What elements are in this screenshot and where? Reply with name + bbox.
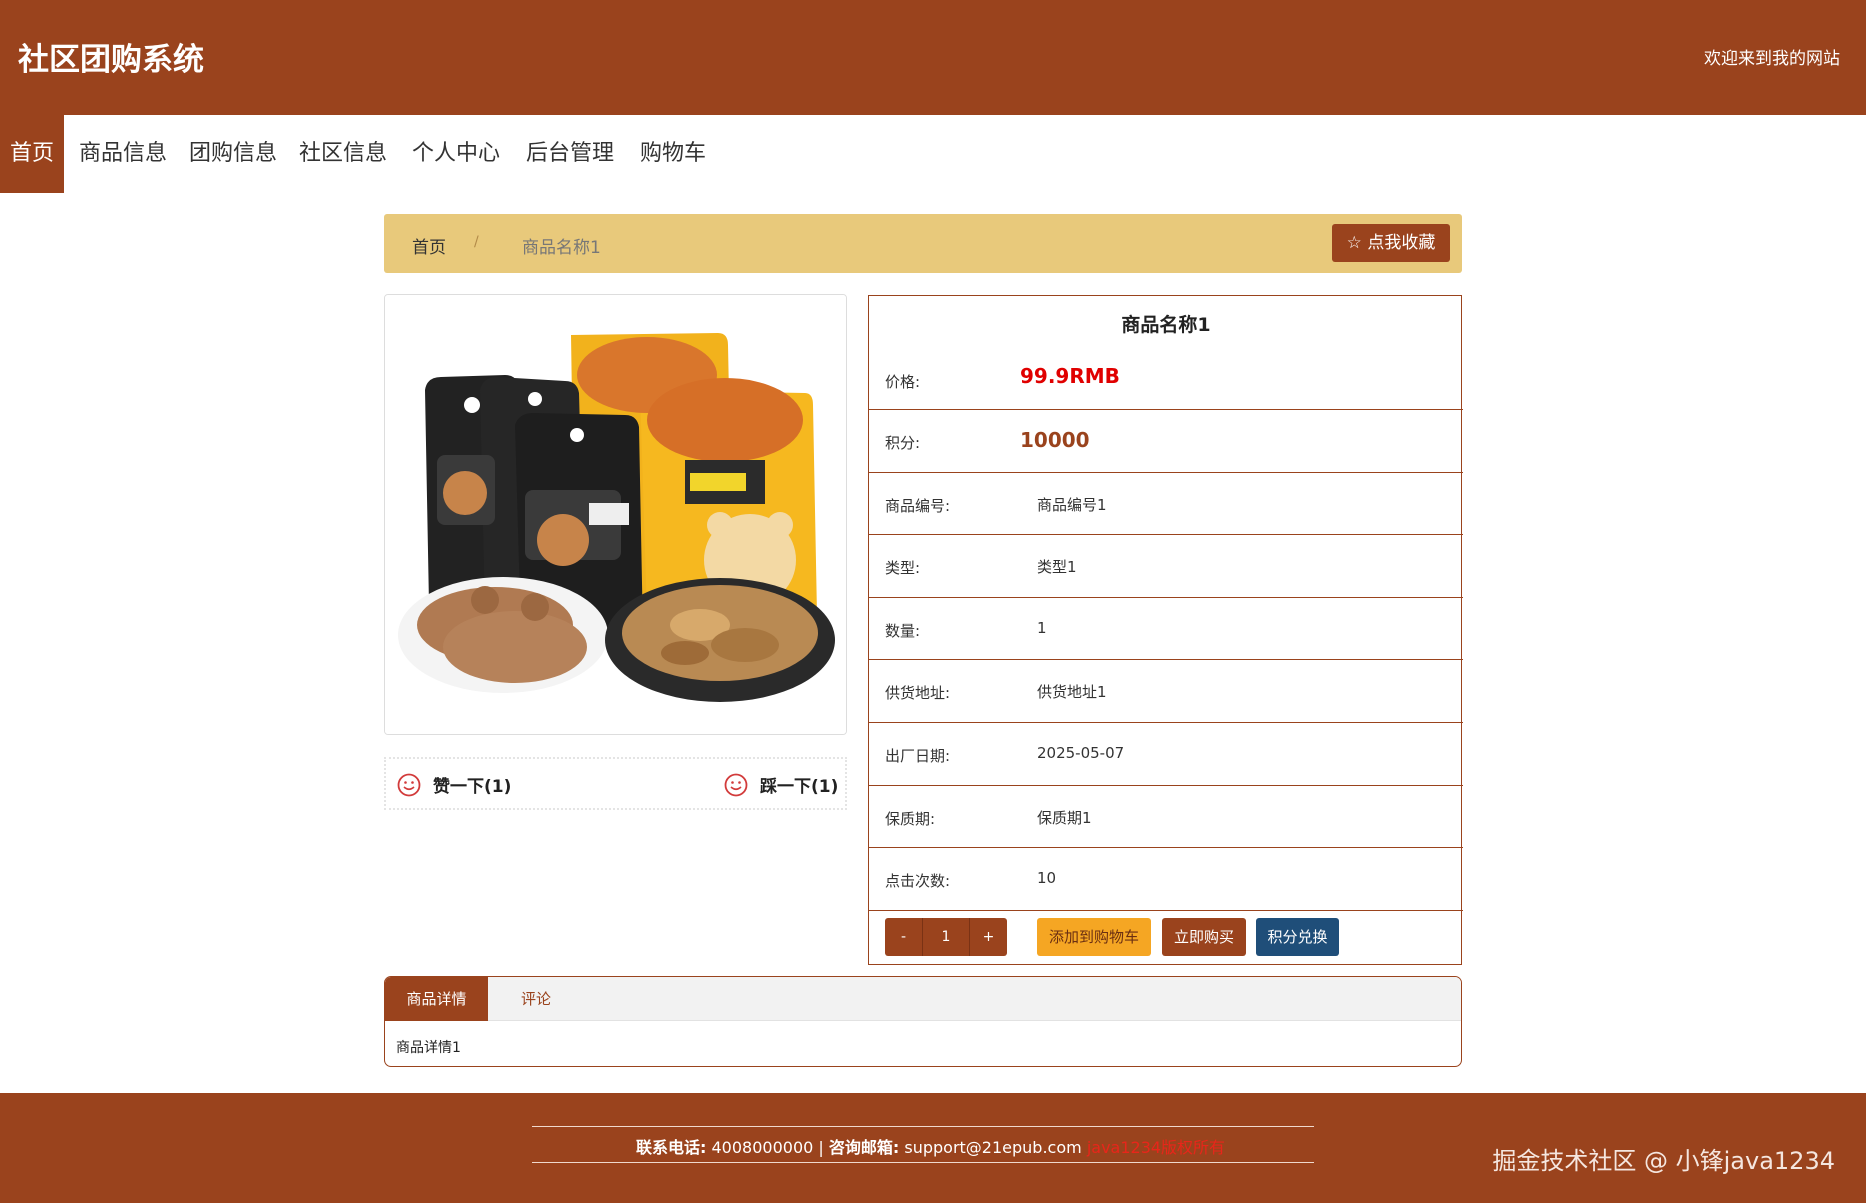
detail-tabs: 商品详情 评论 商品详情1 xyxy=(384,976,1462,1067)
nav-products[interactable]: 商品信息 xyxy=(79,115,167,193)
divider xyxy=(869,910,1463,911)
info-row: 保质期: 保质期1 xyxy=(869,785,1463,847)
price-value: 99.9RMB xyxy=(1020,364,1120,388)
snack-packages-image xyxy=(385,295,846,734)
info-label: 类型: xyxy=(885,559,921,577)
footer-separator: | xyxy=(818,1138,824,1157)
info-label: 点击次数: xyxy=(885,872,951,890)
increment-button[interactable]: + xyxy=(970,918,1007,956)
watermark: 掘金技术社区 @ 小锋java1234 xyxy=(1492,1147,1835,1175)
favorite-button-label: 点我收藏 xyxy=(1367,233,1436,253)
phone-label: 联系电话: xyxy=(636,1138,707,1157)
info-value: 保质期1 xyxy=(1037,809,1092,827)
product-image xyxy=(384,294,847,735)
info-row: 点击次数: 10 xyxy=(869,847,1463,910)
info-label: 数量: xyxy=(885,622,921,640)
product-info-table: 商品名称1 价格: 99.9RMB 积分: 10000 商品编号: 商品编号1 … xyxy=(868,295,1463,965)
info-value: 10 xyxy=(1037,869,1057,887)
tab-product-detail[interactable]: 商品详情 xyxy=(385,977,488,1021)
product-name: 商品名称1 xyxy=(1121,314,1211,336)
footer-divider xyxy=(532,1126,1314,1127)
info-value: 2025-05-07 xyxy=(1037,744,1125,762)
email-address[interactable]: support@21epub.com xyxy=(904,1138,1081,1157)
info-row: 商品编号: 商品编号1 xyxy=(869,472,1463,534)
points-row: 积分: 10000 xyxy=(869,409,1463,472)
info-value: 商品编号1 xyxy=(1037,496,1107,514)
info-value: 类型1 xyxy=(1037,558,1077,576)
points-label: 积分: xyxy=(885,434,921,452)
vote-box: 赞一下(1) 踩一下(1) xyxy=(384,757,847,810)
dislike-label: 踩一下(1) xyxy=(760,777,839,797)
footer-divider xyxy=(532,1162,1314,1163)
copyright-text: java1234版权所有 xyxy=(1086,1138,1226,1157)
nav-cart[interactable]: 购物车 xyxy=(640,115,706,193)
info-row: 供货地址: 供货地址1 xyxy=(869,659,1463,722)
info-label: 出厂日期: xyxy=(885,747,951,765)
email-label: 咨询邮箱: xyxy=(828,1138,900,1157)
footer-contact: 联系电话: 4008000000 | 咨询邮箱: support@21epub.… xyxy=(636,1134,1225,1158)
top-header: 社区团购系统 欢迎来到我的网站 xyxy=(0,0,1866,115)
nav-admin[interactable]: 后台管理 xyxy=(526,115,614,193)
add-to-cart-button[interactable]: 添加到购物车 xyxy=(1037,918,1151,956)
info-row: 出厂日期: 2025-05-07 xyxy=(869,722,1463,785)
quantity-input[interactable]: 1 xyxy=(922,918,970,956)
info-row: 数量: 1 xyxy=(869,597,1463,659)
site-title: 社区团购系统 xyxy=(18,42,204,78)
breadcrumb-home[interactable]: 首页 xyxy=(412,233,446,258)
nav-group-buy[interactable]: 团购信息 xyxy=(189,115,277,193)
quantity-stepper: - 1 + xyxy=(885,918,1007,956)
tab-comments[interactable]: 评论 xyxy=(488,977,584,1021)
info-value: 1 xyxy=(1037,619,1047,637)
like-button[interactable]: 赞一下(1) xyxy=(397,772,511,797)
info-label: 商品编号: xyxy=(885,497,951,515)
smiley-face-icon xyxy=(397,773,421,796)
breadcrumb-separator: / xyxy=(474,234,479,250)
price-label: 价格: xyxy=(885,373,921,391)
tab-bar: 商品详情 评论 xyxy=(385,977,1461,1021)
nav-home[interactable]: 首页 xyxy=(0,115,65,193)
decrement-button[interactable]: - xyxy=(885,918,922,956)
tab-content: 商品详情1 xyxy=(396,1040,461,1056)
phone-number: 4008000000 xyxy=(711,1138,814,1157)
favorite-button[interactable]: ☆ 点我收藏 xyxy=(1332,224,1450,262)
info-value: 供货地址1 xyxy=(1037,683,1107,701)
breadcrumb: 首页 / 商品名称1 ☆ 点我收藏 xyxy=(384,214,1462,273)
star-outline-icon: ☆ xyxy=(1346,233,1362,253)
info-label: 供货地址: xyxy=(885,684,951,702)
info-row: 类型: 类型1 xyxy=(869,534,1463,597)
main-nav: 首页 商品信息 团购信息 社区信息 个人中心 后台管理 购物车 xyxy=(0,115,1866,193)
nav-community[interactable]: 社区信息 xyxy=(299,115,387,193)
breadcrumb-current: 商品名称1 xyxy=(522,238,601,258)
dislike-button[interactable]: 踩一下(1) xyxy=(724,772,838,797)
info-label: 保质期: xyxy=(885,810,936,828)
points-exchange-button[interactable]: 积分兑换 xyxy=(1256,918,1339,956)
points-value: 10000 xyxy=(1020,428,1090,452)
buy-now-button[interactable]: 立即购买 xyxy=(1162,918,1246,956)
smiley-face-icon xyxy=(724,773,748,796)
welcome-text: 欢迎来到我的网站 xyxy=(1704,49,1840,69)
footer: 联系电话: 4008000000 | 咨询邮箱: support@21epub.… xyxy=(0,1093,1866,1203)
like-label: 赞一下(1) xyxy=(433,777,512,797)
nav-personal-center[interactable]: 个人中心 xyxy=(412,115,500,193)
